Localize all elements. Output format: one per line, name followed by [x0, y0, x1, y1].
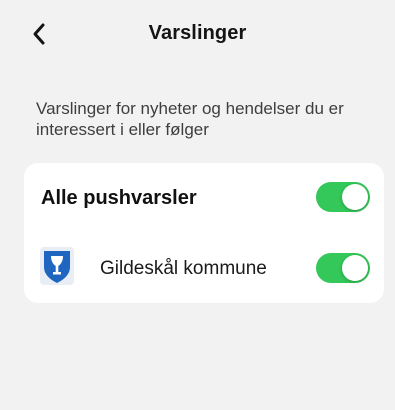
- navigation-bar: Varslinger: [0, 0, 395, 70]
- toggle-knob: [342, 184, 368, 210]
- all-push-notifications-label: Alle pushvarsler: [41, 187, 197, 209]
- page-description: Varslinger for nyheter og hendelser du e…: [36, 99, 344, 139]
- all-push-notifications-row: Alle pushvarsler: [24, 163, 384, 233]
- page-title: Varslinger: [148, 22, 247, 44]
- notification-settings-card: Alle pushvarsler Gildeskål kommune: [24, 163, 384, 303]
- toggle-knob: [342, 255, 368, 281]
- subscription-row-gildeskal: Gildeskål kommune: [24, 233, 384, 303]
- municipality-label: Gildeskål kommune: [100, 258, 267, 279]
- municipality-crest-icon: [40, 247, 74, 285]
- gildeskal-notifications-toggle[interactable]: [316, 253, 370, 283]
- all-push-notifications-toggle[interactable]: [316, 182, 370, 212]
